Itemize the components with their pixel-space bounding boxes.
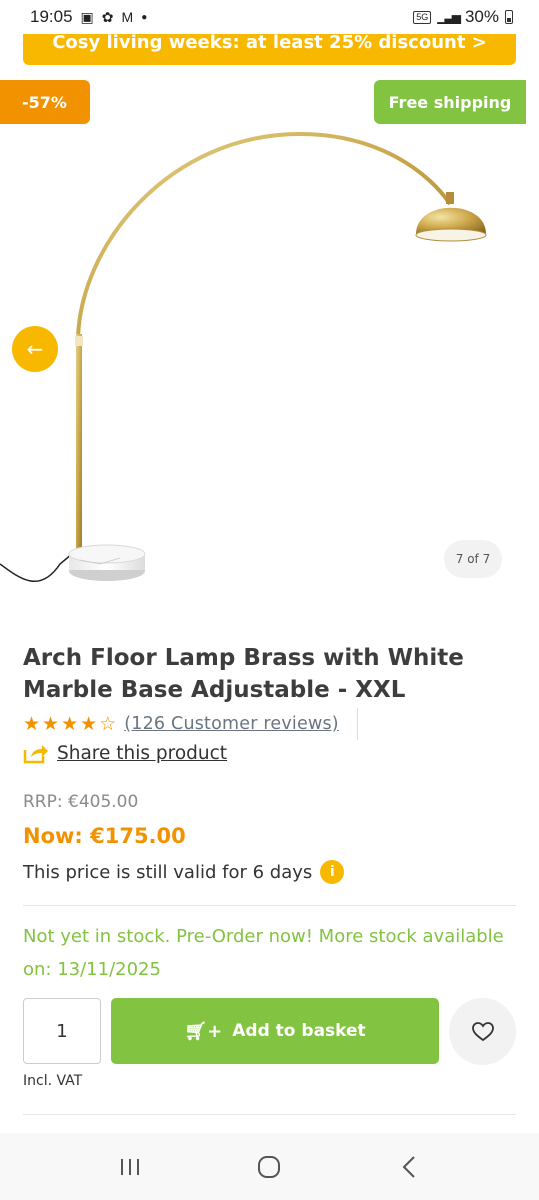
signal-icon: ▁▃▅ [437,10,461,24]
price-validity-text: This price is still valid for 6 days [23,861,313,883]
image-counter: 7 of 7 [444,540,502,578]
star-icon: ★ [80,713,98,735]
shipping-text: Free shipping [388,92,512,112]
wishlist-button[interactable] [449,998,516,1065]
network-badge: 5G [413,10,432,24]
price-validity: This price is still valid for 6 days i [23,860,345,884]
discount-text: -57% [22,92,67,112]
current-price: Now: €175.00 [23,824,186,848]
info-icon[interactable]: i [320,860,345,884]
recent-apps-button[interactable] [110,1147,150,1187]
add-to-basket-label: Add to basket [232,1021,366,1041]
arrow-left-icon: ← [26,337,44,361]
gallery-icon: ▣ [80,8,94,25]
rating-separator [356,708,358,740]
back-button[interactable] [389,1147,429,1187]
share-row[interactable]: Share this product [23,742,227,764]
status-bar: 19:05 ▣ ✿ M ● 5G ▁▃▅ 30% [0,0,539,34]
recent-apps-icon [120,1158,139,1175]
promo-text: Cosy living weeks: at least 25% discount… [52,32,487,53]
quantity-value: 1 [56,1020,68,1042]
status-time: 19:05 [30,7,73,26]
star-half-icon: ☆ [99,713,117,735]
dot-icon: ● [141,11,148,23]
divider [23,1114,516,1115]
status-left: 19:05 ▣ ✿ M ● [30,7,147,27]
share-icon [23,745,48,764]
free-shipping-badge: Free shipping [374,80,526,124]
rrp-price: RRP: €405.00 [23,792,139,812]
status-right: 5G ▁▃▅ 30% [413,7,513,27]
rating-row: ★ ★ ★ ★ ☆ (126 Customer reviews) [23,708,358,740]
battery-percent: 30% [464,7,499,26]
image-counter-text: 7 of 7 [455,552,491,566]
back-icon [402,1155,415,1178]
stock-status: Not yet in stock. Pre-Order now! More st… [23,926,504,980]
heart-icon [471,1021,494,1041]
star-rating: ★ ★ ★ ★ ☆ [23,713,116,735]
star-icon: ★ [42,713,60,735]
add-to-basket-button[interactable]: 🛒︎+ Add to basket [111,998,439,1064]
previous-image-button[interactable]: ← [12,326,58,372]
discount-badge: -57% [0,80,90,124]
star-icon: ★ [23,713,41,735]
vat-note: Incl. VAT [23,1073,83,1089]
system-nav-bar [0,1133,539,1200]
share-link[interactable]: Share this product [57,743,227,764]
home-icon [258,1155,281,1178]
mail-icon: M [121,9,134,25]
settings-icon: ✿ [101,8,114,25]
divider [23,905,516,906]
battery-icon [505,10,513,24]
cart-plus-icon: 🛒︎+ [184,1020,223,1042]
home-button[interactable] [249,1147,289,1187]
lamp-illustration [0,131,487,583]
reviews-link[interactable]: (126 Customer reviews) [124,714,339,734]
star-icon: ★ [61,713,79,735]
product-image[interactable]: ← 7 of 7 [0,124,539,604]
quantity-input[interactable]: 1 [23,998,101,1064]
product-title: Arch Floor Lamp Brass with White Marble … [23,645,464,703]
